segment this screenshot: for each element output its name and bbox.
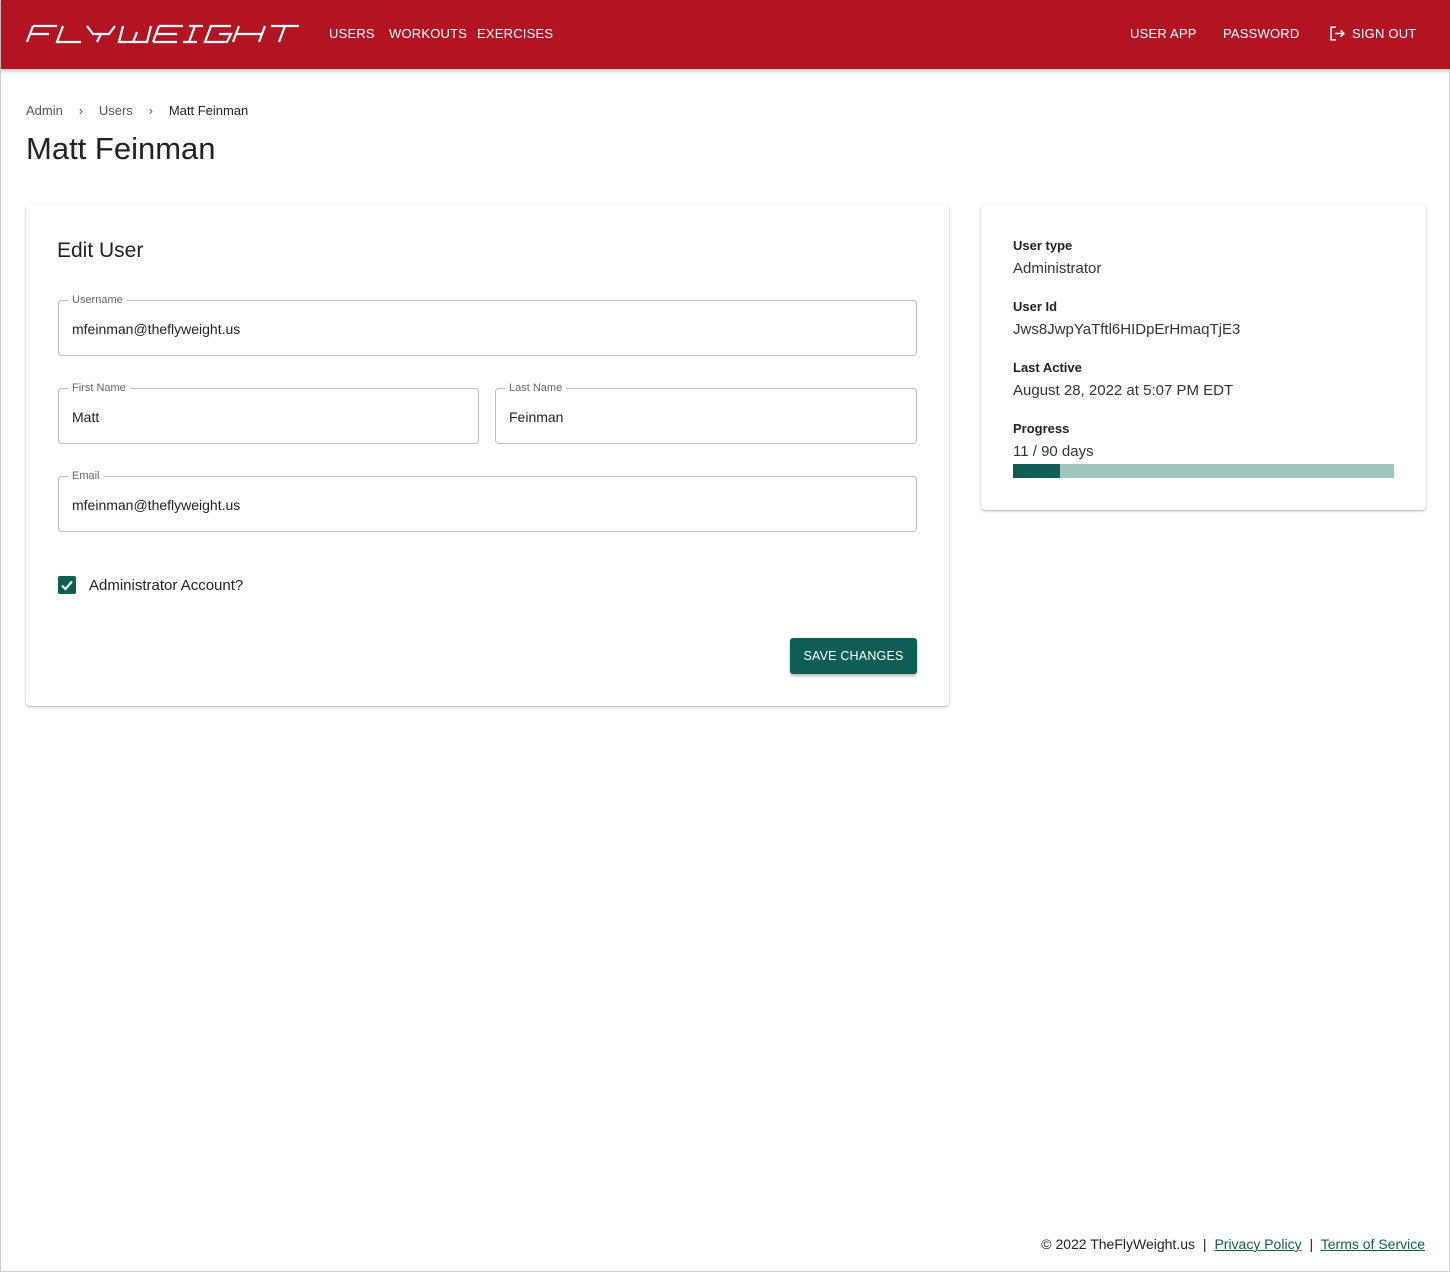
page-title: Matt Feinman [26,131,216,166]
username-input[interactable] [72,318,903,340]
last-active-label: Last Active [1013,360,1082,375]
nav-user-app[interactable]: USER APP [1130,26,1197,41]
top-app-bar: USERS WORKOUTS EXERCISES USER APP PASSWO… [1,0,1450,69]
nav-workouts[interactable]: WORKOUTS [389,26,467,41]
username-field: Username [58,294,917,356]
first-name-label: First Name [68,382,130,395]
save-changes-button[interactable]: SAVE CHANGES [790,638,917,674]
user-type-value: Administrator [1013,260,1102,277]
email-field: Email [58,470,917,532]
flyweight-logo[interactable] [25,22,301,46]
breadcrumb-current: Matt Feinman [168,103,249,118]
user-id-label: User Id [1013,299,1058,314]
last-name-field: Last Name [495,382,917,444]
email-label: Email [68,470,104,483]
checkmark-icon [61,580,73,591]
user-info-card: User type Administrator User Id Jws8JwpY… [981,204,1426,510]
user-type-label: User type [1013,238,1073,253]
privacy-policy-link[interactable]: Privacy Policy [1214,1236,1301,1252]
email-input[interactable] [72,494,903,516]
progress-bar [1013,464,1394,478]
chevron-right-icon: › [148,103,153,118]
nav-password[interactable]: PASSWORD [1223,26,1299,41]
footer: © 2022 TheFlyWeight.us | Privacy Policy … [1041,1236,1425,1252]
last-active-value: August 28, 2022 at 5:07 PM EDT [1013,382,1234,399]
user-id-value: Jws8JwpYaTftl6HIDpErHmaqTjE3 [1013,321,1241,338]
edit-user-card: Edit User Username First Name Last Name … [26,204,949,706]
sign-out-icon[interactable] [1328,24,1347,43]
admin-account-label: Administrator Account? [89,577,244,594]
breadcrumb-users[interactable]: Users [99,103,133,118]
chevron-right-icon: › [78,103,84,118]
terms-of-service-link[interactable]: Terms of Service [1321,1236,1425,1252]
sign-out-button[interactable]: SIGN OUT [1352,26,1416,41]
nav-exercises[interactable]: EXERCISES [477,26,553,41]
progress-label: Progress [1013,421,1070,436]
username-label: Username [68,294,127,307]
admin-account-checkbox[interactable] [58,576,76,594]
nav-users[interactable]: USERS [329,26,375,41]
footer-separator: | [1202,1236,1207,1252]
copyright-text: © 2022 TheFlyWeight.us [1041,1236,1196,1252]
first-name-input[interactable] [72,406,465,428]
breadcrumb: Admin › Users › Matt Feinman [26,103,248,118]
edit-user-title: Edit User [57,239,144,262]
last-name-input[interactable] [509,406,903,428]
last-name-label: Last Name [505,382,567,395]
progress-text: 11 / 90 days [1013,443,1094,460]
first-name-field: First Name [58,382,479,444]
progress-bar-fill [1013,464,1060,478]
footer-separator: | [1309,1236,1314,1252]
breadcrumb-admin[interactable]: Admin [26,103,63,118]
